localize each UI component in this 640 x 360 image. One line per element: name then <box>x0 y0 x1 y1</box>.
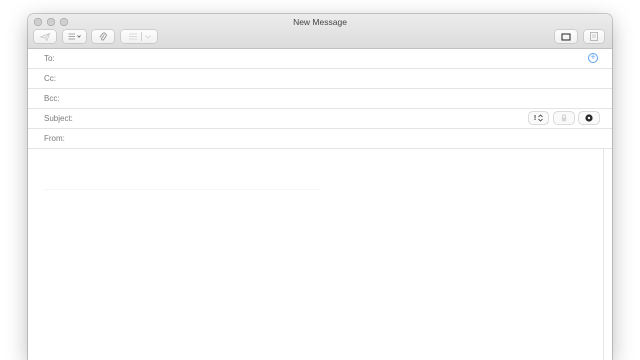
from-label: From: <box>44 134 65 143</box>
priority-label: ! <box>533 114 537 122</box>
header-fields: To: + Cc: Bcc: Subject: ! From: <box>28 49 612 149</box>
to-field[interactable]: To: + <box>28 49 612 69</box>
format-button[interactable] <box>121 30 157 43</box>
photo-browser-icon <box>561 33 571 40</box>
paper-plane-icon <box>40 32 50 41</box>
toolbar-separator <box>140 32 142 41</box>
titlebar: New Message <box>28 14 612 49</box>
from-field[interactable]: From: <box>28 129 612 149</box>
gear-icon <box>585 114 593 122</box>
chevron-down-icon <box>144 34 151 39</box>
subject-label: Subject: <box>44 114 73 123</box>
up-down-arrows-icon <box>538 114 543 122</box>
encrypt-button[interactable] <box>554 112 574 124</box>
cc-field[interactable]: Cc: <box>28 69 612 89</box>
subject-field[interactable]: Subject: ! <box>28 109 612 129</box>
header-fields-menu-button[interactable] <box>63 30 86 43</box>
body-placeholder-line <box>44 189 320 190</box>
text-format-icon <box>128 33 137 40</box>
cc-label: Cc: <box>44 74 56 83</box>
plus-circle-icon[interactable]: + <box>588 53 598 63</box>
list-icon <box>68 33 81 40</box>
lock-icon <box>561 114 567 122</box>
attach-button[interactable] <box>92 30 114 43</box>
mail-compose-window: New Message To: + Cc: Bcc: Subject: ! Fr… <box>28 14 612 360</box>
stationery-button[interactable] <box>584 30 604 43</box>
bcc-label: Bcc: <box>44 94 60 103</box>
message-body[interactable] <box>28 149 612 360</box>
to-label: To: <box>44 54 55 63</box>
signature-options-button[interactable] <box>579 112 599 124</box>
photo-browser-button[interactable] <box>555 30 577 43</box>
bcc-field[interactable]: Bcc: <box>28 89 612 109</box>
priority-selector[interactable]: ! <box>529 112 548 124</box>
stationery-icon <box>590 32 598 41</box>
window-title: New Message <box>293 17 347 27</box>
scrollbar[interactable] <box>603 149 604 360</box>
paperclip-icon <box>99 32 107 41</box>
send-button[interactable] <box>34 30 56 43</box>
